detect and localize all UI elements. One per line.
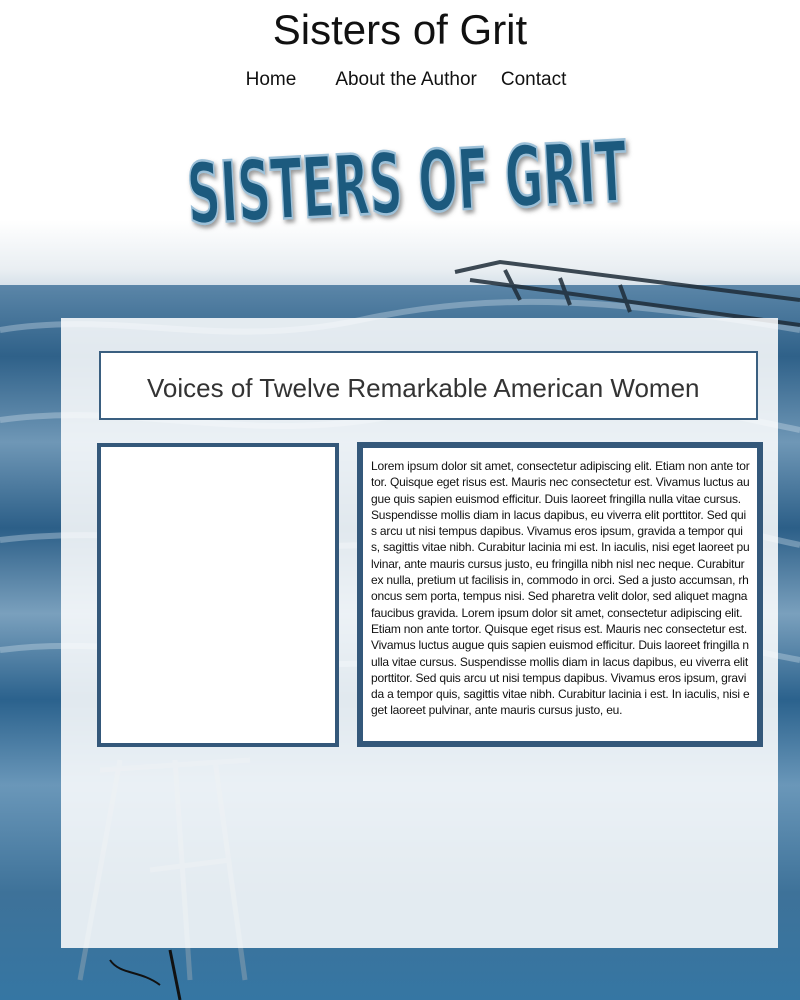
page-subtitle: Voices of Twelve Remarkable American Wom… [147,373,700,403]
subtitle-box: Voices of Twelve Remarkable American Wom… [99,351,758,420]
nav-home-link[interactable]: Home [246,66,297,94]
body-text: Lorem ipsum dolor sit amet, consectetur … [371,459,750,718]
image-placeholder [97,443,339,747]
main-nav: Home About the Author Contact [0,66,800,94]
site-title: Sisters of Grit [272,6,528,53]
text-box: Lorem ipsum dolor sit amet, consectetur … [357,442,763,747]
logo-text: SISTERS OF GRIT [185,123,630,242]
sisters-of-grit-logo: SISTERS OF GRIT [184,121,631,242]
nav-about-author-link[interactable]: About the Author [335,66,477,94]
nav-contact-link[interactable]: Contact [501,66,566,94]
content-panel: Voices of Twelve Remarkable American Wom… [61,318,778,948]
